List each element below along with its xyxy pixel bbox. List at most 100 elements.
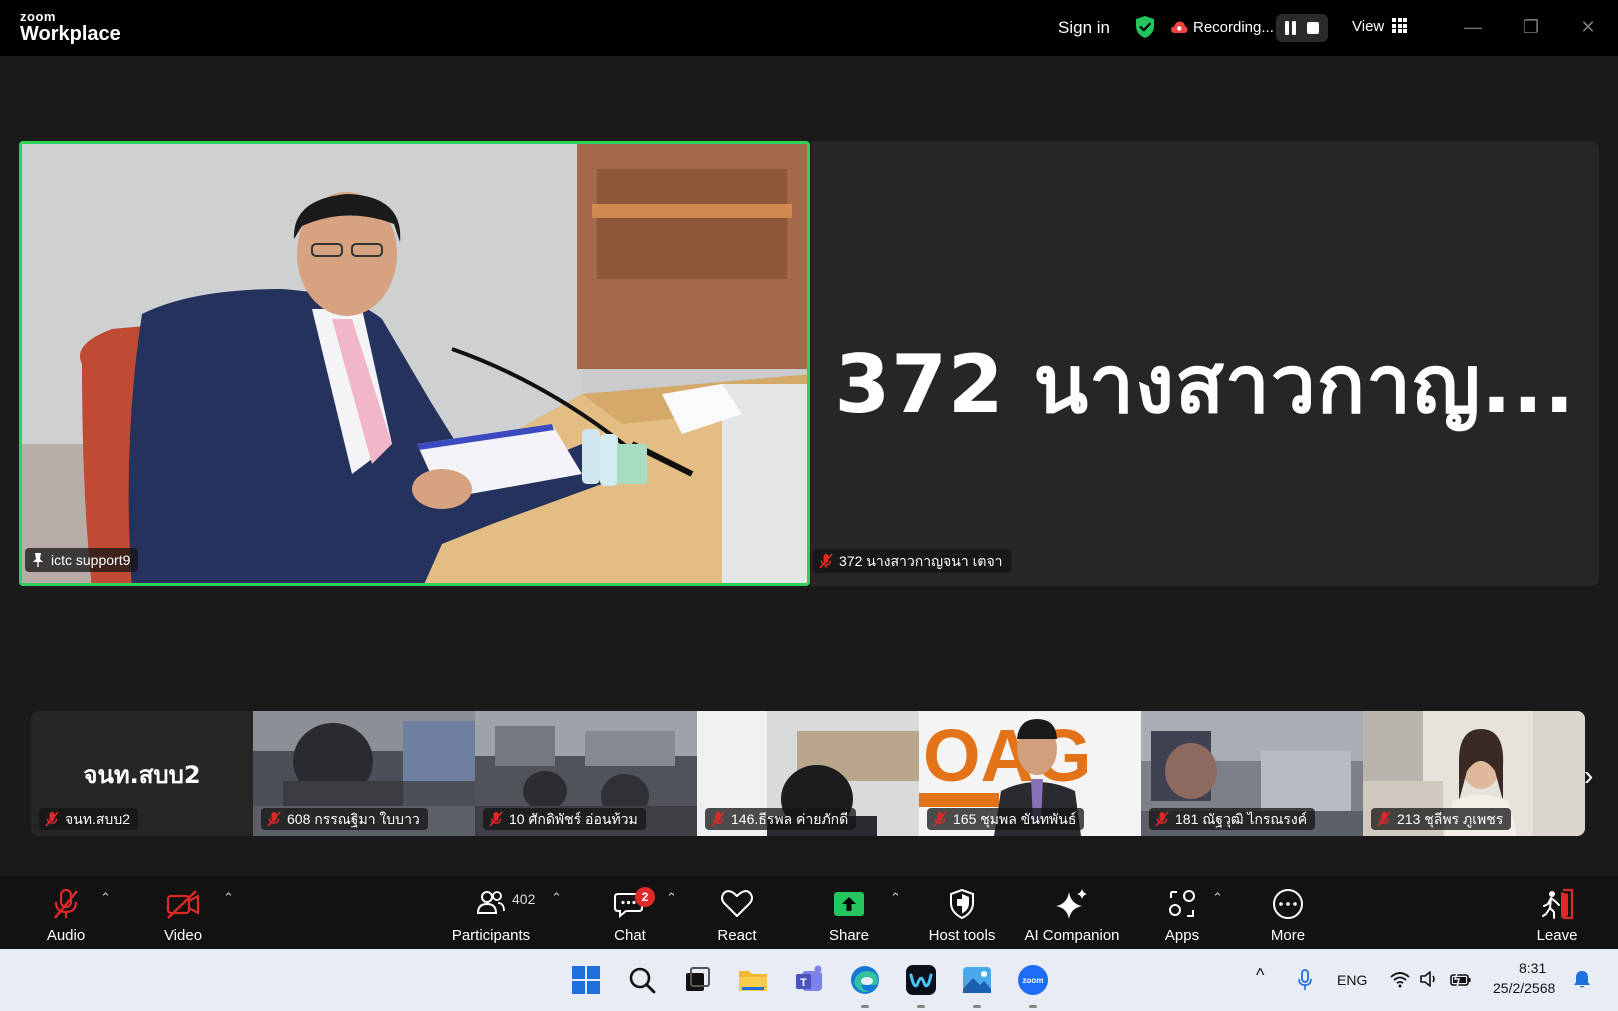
edge-browser-icon[interactable] bbox=[848, 963, 882, 997]
teams-icon[interactable]: T bbox=[793, 963, 827, 997]
leave-meeting-button[interactable]: Leave bbox=[1521, 876, 1593, 949]
chat-options-chevron-icon[interactable]: ⌃ bbox=[666, 890, 677, 906]
minimize-window-icon[interactable]: — bbox=[1458, 12, 1488, 42]
meeting-toolbar: Audio ⌃ Video ⌃ 402 Participants ⌃ 2 Cha… bbox=[0, 876, 1618, 949]
svg-text:zoom: zoom bbox=[1023, 976, 1044, 985]
photos-app-icon[interactable] bbox=[960, 963, 994, 997]
clock-time[interactable]: 8:31 bbox=[1519, 960, 1546, 976]
video-off-icon bbox=[166, 890, 200, 919]
windows-start-icon[interactable] bbox=[569, 963, 603, 997]
thumb-name-label: 146.ธีรพล ค่ายภักดี bbox=[731, 811, 849, 827]
restore-window-icon[interactable]: ❐ bbox=[1516, 12, 1546, 42]
edge-running-indicator bbox=[861, 1005, 869, 1008]
show-hidden-icons-chevron-icon[interactable]: ^ bbox=[1256, 965, 1264, 986]
clock-date[interactable]: 25/2/2568 bbox=[1493, 980, 1555, 996]
participants-label: Participants bbox=[451, 927, 531, 944]
host-shield-icon bbox=[950, 888, 974, 920]
audio-label: Audio bbox=[46, 927, 86, 944]
muted-microphone-icon bbox=[489, 811, 503, 827]
share-screen-icon bbox=[834, 892, 864, 916]
apps-icon bbox=[1169, 890, 1195, 917]
zoom-running-indicator bbox=[1029, 1005, 1037, 1008]
close-window-icon[interactable]: ✕ bbox=[1573, 12, 1603, 42]
muted-microphone-icon bbox=[54, 888, 78, 919]
windows-taskbar: T zoom ^ ENG 8:31 25/2/2568 bbox=[0, 949, 1618, 1011]
sign-in-link[interactable]: Sign in bbox=[1058, 18, 1110, 38]
ai-companion-button[interactable]: AI Companion bbox=[1020, 876, 1124, 949]
video-button[interactable]: Video bbox=[147, 876, 219, 949]
zoom-app-icon[interactable]: zoom bbox=[1016, 963, 1050, 997]
notifications-bell-icon[interactable] bbox=[1573, 969, 1591, 989]
filmstrip-next-chevron-icon[interactable]: › bbox=[1584, 760, 1593, 792]
chat-button[interactable]: 2 Chat bbox=[595, 876, 665, 949]
leave-label: Leave bbox=[1536, 927, 1578, 944]
more-dots-icon bbox=[1273, 889, 1303, 919]
filmstrip-tile[interactable]: OAG 165 ชุมพล ขันทพันธ์ bbox=[919, 711, 1141, 836]
thumb-display-name: จนท.สบบ2 bbox=[83, 761, 201, 789]
audio-button[interactable]: Audio bbox=[30, 876, 102, 949]
view-grid-icon[interactable] bbox=[1392, 18, 1407, 33]
photos-running-indicator bbox=[973, 1005, 981, 1008]
heart-icon bbox=[721, 890, 753, 917]
recording-controls bbox=[1276, 14, 1328, 42]
wifi-icon[interactable] bbox=[1390, 970, 1410, 988]
webex-running-indicator bbox=[917, 1005, 925, 1008]
input-language-indicator[interactable]: ENG bbox=[1337, 972, 1367, 988]
chat-label: Chat bbox=[614, 927, 646, 944]
participant-display-name: 372 นางสาวกาญ... bbox=[834, 338, 1576, 431]
host-tools-button[interactable]: Host tools bbox=[921, 876, 1003, 949]
participants-button[interactable]: 402 Participants bbox=[446, 876, 536, 949]
chat-unread-badge: 2 bbox=[635, 887, 655, 907]
speaker-name-label: ictc support9 bbox=[51, 552, 131, 568]
more-button[interactable]: More bbox=[1252, 876, 1324, 949]
participants-icon bbox=[476, 891, 505, 914]
pause-recording-icon[interactable] bbox=[1285, 21, 1297, 35]
task-view-icon[interactable] bbox=[680, 963, 714, 997]
stop-recording-icon[interactable] bbox=[1307, 22, 1319, 34]
participants-options-chevron-icon[interactable]: ⌃ bbox=[551, 890, 562, 906]
thumb-name-label: 608 กรรณฐิมา ใบบาว bbox=[287, 811, 420, 827]
speaker-video-frame bbox=[22, 144, 807, 583]
file-explorer-icon[interactable] bbox=[736, 963, 770, 997]
filmstrip-tile[interactable]: จนท.สบบ2 จนท.สบบ2 bbox=[31, 711, 253, 836]
filmstrip-tile[interactable]: 146.ธีรพล ค่ายภักดี bbox=[697, 711, 919, 836]
leave-door-icon bbox=[1542, 888, 1574, 920]
cloud-recording-icon bbox=[1171, 21, 1188, 33]
logo-workplace-text: Workplace bbox=[20, 23, 121, 45]
active-speaker-video-tile[interactable]: ictc support9 bbox=[19, 141, 810, 586]
zoom-workplace-logo: zoom Workplace bbox=[20, 10, 121, 44]
speaker-name-tag: ictc support9 bbox=[25, 548, 139, 572]
thumb-name-tag: 146.ธีรพล ค่ายภักดี bbox=[705, 808, 857, 830]
security-shield-icon[interactable] bbox=[1134, 15, 1156, 39]
muted-microphone-icon bbox=[819, 553, 833, 569]
participant-name-tile[interactable]: 372 นางสาวกาญ... 372 นางสาวกาญจนา เตจา bbox=[811, 141, 1599, 586]
filmstrip-tile[interactable]: 10 ศักดิพัชร์ อ่อนท้วม bbox=[475, 711, 697, 836]
more-label: More bbox=[1270, 927, 1306, 944]
microphone-tray-icon[interactable] bbox=[1297, 969, 1313, 991]
filmstrip-tile[interactable]: 213 ชุลีพร ภูเพชร bbox=[1363, 711, 1585, 836]
muted-microphone-icon bbox=[45, 811, 59, 827]
apps-options-chevron-icon[interactable]: ⌃ bbox=[1212, 890, 1223, 906]
audio-options-chevron-icon[interactable]: ⌃ bbox=[100, 890, 111, 906]
logo-zoom-text: zoom bbox=[20, 9, 56, 24]
thumb-name-tag: 10 ศักดิพัชร์ อ่อนท้วม bbox=[483, 808, 646, 830]
apps-button[interactable]: Apps bbox=[1146, 876, 1218, 949]
react-button[interactable]: React bbox=[701, 876, 773, 949]
muted-microphone-icon bbox=[1377, 811, 1391, 827]
video-options-chevron-icon[interactable]: ⌃ bbox=[223, 890, 234, 906]
search-icon[interactable] bbox=[625, 963, 659, 997]
thumb-name-label: จนท.สบบ2 bbox=[65, 811, 130, 827]
webex-icon[interactable] bbox=[904, 963, 938, 997]
pin-icon bbox=[33, 553, 43, 567]
share-options-chevron-icon[interactable]: ⌃ bbox=[890, 890, 901, 906]
thumb-name-label: 10 ศักดิพัชร์ อ่อนท้วม bbox=[509, 811, 638, 827]
battery-icon[interactable] bbox=[1450, 970, 1472, 988]
filmstrip-tile[interactable]: 608 กรรณฐิมา ใบบาว bbox=[253, 711, 475, 836]
thumb-name-label: 165 ชุมพล ขันทพันธ์ bbox=[953, 811, 1077, 827]
view-button[interactable]: View bbox=[1352, 18, 1384, 35]
thumb-name-tag: 213 ชุลีพร ภูเพชร bbox=[1371, 808, 1512, 830]
filmstrip-tile[interactable]: 181 ณัฐวุฒิ ไกรณรงค์ bbox=[1141, 711, 1363, 836]
share-screen-button[interactable]: Share bbox=[813, 876, 885, 949]
volume-icon[interactable] bbox=[1419, 970, 1439, 988]
thumb-name-tag: 165 ชุมพล ขันทพันธ์ bbox=[927, 808, 1085, 830]
